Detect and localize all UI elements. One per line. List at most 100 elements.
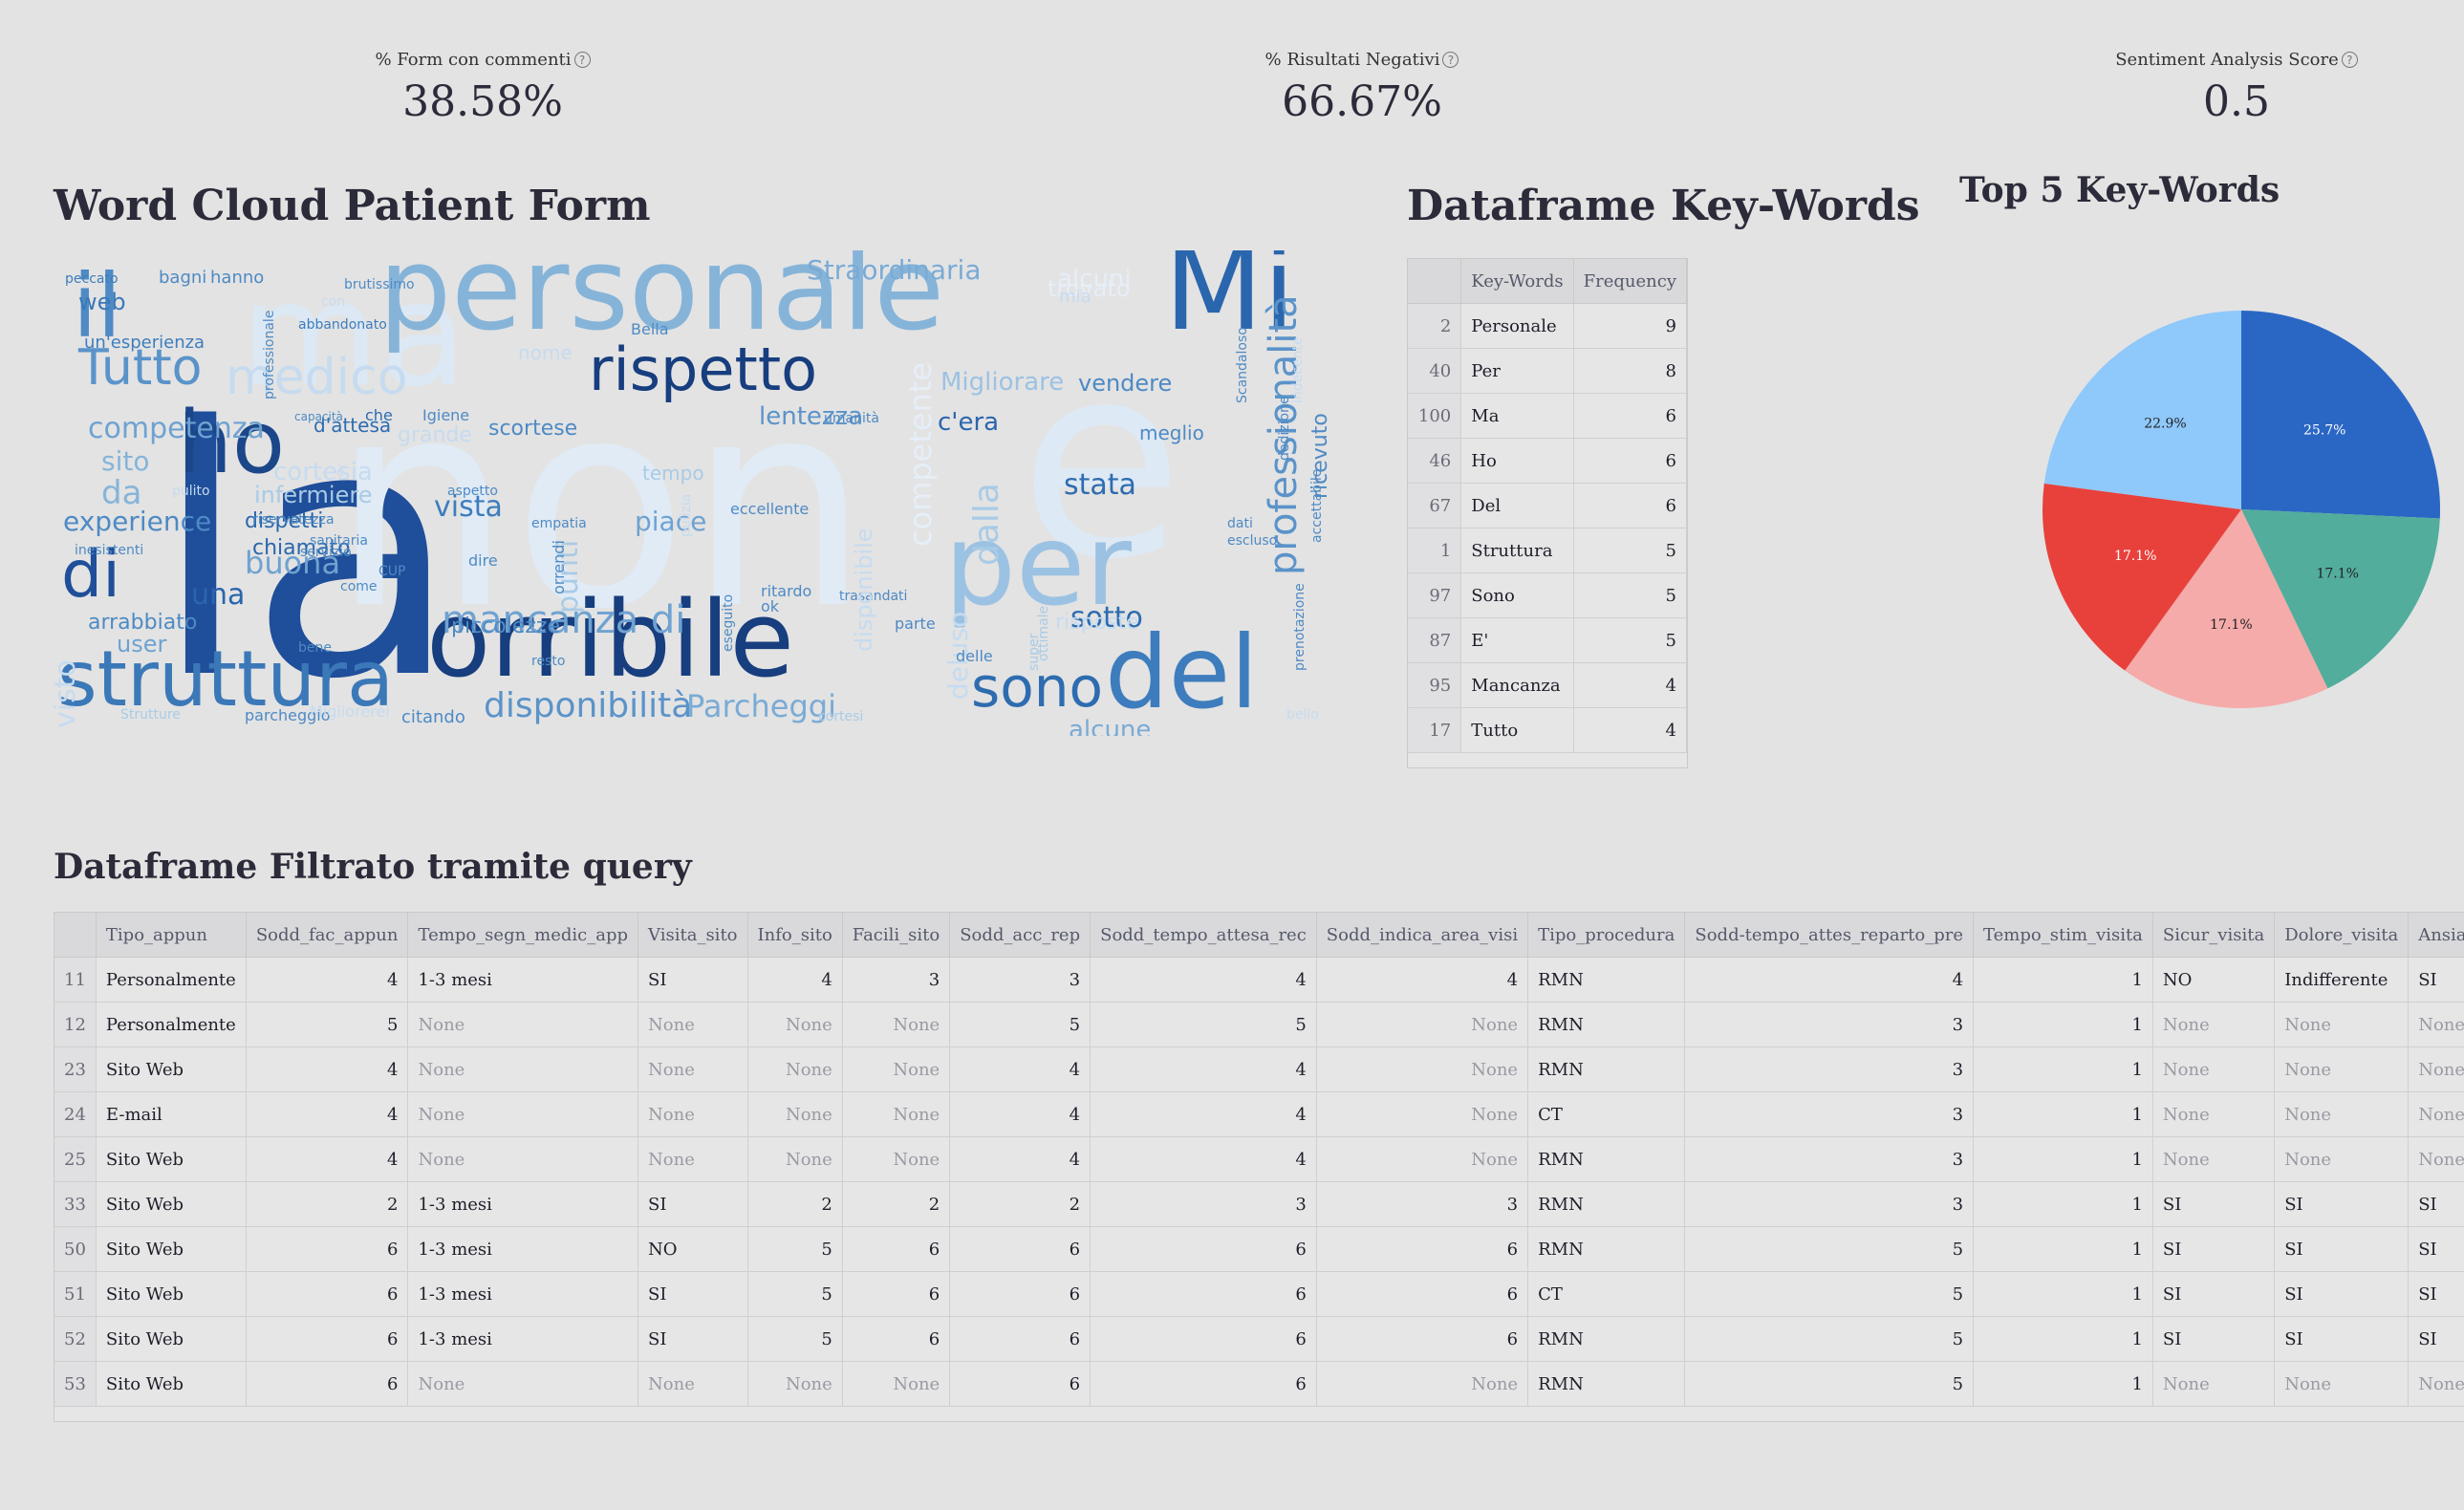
table-row[interactable]: 2 Personale 9 (1408, 303, 1687, 349)
word-cloud-word: Migliorare (940, 368, 1064, 397)
table-row[interactable]: 51 Sito Web 6 1-3 mesi SI 5 6 6 6 6 CT 5 1 SI SI SI (54, 1271, 2464, 1317)
table-row[interactable]: 23 Sito Web 4 None None None None 4 4 None RMN 3 1 No… (54, 1046, 2464, 1092)
word-cloud-word: professionale (262, 311, 277, 399)
table-cell: 4 (246, 1046, 409, 1092)
table-cell: 4 (246, 1136, 409, 1182)
table-row[interactable]: 87 E' 5 (1408, 617, 1687, 663)
table-row[interactable]: 53 Sito Web 6 None None None None 6 6 None RMN 5 1 No… (54, 1361, 2464, 1407)
table-cell: Sito Web (96, 1046, 247, 1092)
word-cloud-word: alcune (1069, 716, 1151, 736)
table-cell: None (638, 1091, 748, 1137)
column-header[interactable]: Tipo_appun (96, 913, 247, 958)
table-cell: 1-3 mesi (407, 1316, 639, 1362)
table-cell: None (2408, 1002, 2464, 1047)
column-header[interactable]: Tempo_segn_medic_app (407, 913, 639, 958)
word-cloud-word: che (365, 406, 393, 424)
column-header[interactable] (54, 913, 97, 958)
table-cell: 5 (1573, 617, 1687, 663)
table-cell: 1-3 mesi (407, 1181, 639, 1227)
table-cell: 6 (1316, 1226, 1529, 1272)
table-cell: None (1316, 1361, 1529, 1407)
column-header[interactable]: Sodd_tempo_attesa_rec (1090, 913, 1317, 958)
word-cloud-word: orrendi (550, 540, 568, 594)
table-cell: 4 (1316, 957, 1529, 1003)
table-row[interactable]: 12 Personalmente 5 None None None None 5 5 None RM… (54, 1002, 2464, 1047)
word-cloud-word: servizio (300, 545, 352, 560)
help-icon[interactable]: ? (573, 52, 591, 68)
column-header[interactable]: Sodd_fac_appun (246, 913, 409, 958)
table-cell: 4 (246, 957, 409, 1003)
keywords-dataframe[interactable]: Key-Words Frequency 2 Personale 9 40 Per 8 100 Ma… (1407, 258, 1688, 768)
table-cell: 4 (1684, 957, 1975, 1003)
row-index: 50 (54, 1226, 97, 1272)
column-header[interactable]: Tempo_stim_visita (1973, 913, 2153, 958)
column-header[interactable]: Frequency (1573, 259, 1687, 304)
table-cell: CT (1527, 1271, 1686, 1317)
table-row[interactable]: 11 Personalmente 4 1-3 mesi SI 4 3 3 4 4 RMN 4 1 NO In… (54, 957, 2464, 1003)
table-cell: 6 (842, 1271, 951, 1317)
table-row[interactable]: 1 Struttura 5 (1408, 528, 1687, 573)
table-row[interactable]: 24 E-mail 4 None None None None 4 4 None CT 3 1 None N… (54, 1091, 2464, 1137)
table-row[interactable]: 67 Del 6 (1408, 483, 1687, 528)
table-cell: 1 (1973, 1271, 2153, 1317)
table-row[interactable]: 50 Sito Web 6 1-3 mesi NO 5 6 6 6 6 RMN 5 1 SI SI SI (54, 1226, 2464, 1272)
column-header[interactable]: Tipo_procedura (1527, 913, 1686, 958)
column-header[interactable]: Dolore_visita (2274, 913, 2410, 958)
table-row[interactable]: 40 Per 8 (1408, 348, 1687, 394)
filtered-table: Tipo_appun Sodd_fac_appun Tempo_segn_medic… (54, 913, 2464, 1407)
table-row[interactable]: 33 Sito Web 2 1-3 mesi SI 2 2 2 3 3 RMN 3 1 SI SI SI (54, 1181, 2464, 1227)
column-header[interactable]: Key-Words (1460, 259, 1574, 304)
word-cloud-word: nome (518, 341, 573, 364)
word-cloud-word: hanno (210, 268, 264, 288)
column-header[interactable] (1408, 259, 1462, 304)
column-header[interactable]: Info_sito (747, 913, 843, 958)
pie-slice-label: 22.9% (2144, 416, 2186, 431)
table-cell: 5 (747, 1271, 843, 1317)
table-cell: 3 (842, 957, 951, 1003)
metric-label: Sentiment Analysis Score (2115, 50, 2339, 70)
column-header[interactable]: Visita_sito (638, 913, 748, 958)
table-row[interactable]: 97 Sono 5 (1408, 572, 1687, 618)
table-cell: 1 (1973, 1316, 2153, 1362)
pie-slice (2241, 311, 2440, 519)
table-cell: None (842, 1091, 951, 1137)
table-cell: 6 (949, 1361, 1092, 1407)
table-row[interactable]: 46 Ho 6 (1408, 438, 1687, 484)
top5-heading: Top 5 Key-Words (1959, 170, 2280, 210)
column-header[interactable]: Sodd-tempo_attes_reparto_pre (1684, 913, 1975, 958)
table-cell: RMN (1527, 1361, 1686, 1407)
table-row[interactable]: 100 Ma 6 (1408, 393, 1687, 439)
table-row[interactable]: 52 Sito Web 6 1-3 mesi SI 5 6 6 6 6 RMN 5 1 SI SI SI (54, 1316, 2464, 1362)
table-cell: 8 (1573, 348, 1687, 394)
column-header[interactable]: Sodd_indica_area_visi (1316, 913, 1529, 958)
table-cell: 4 (1090, 957, 1317, 1003)
table-cell: 5 (747, 1316, 843, 1362)
filtered-dataframe[interactable]: Tipo_appun Sodd_fac_appun Tempo_segn_medic… (54, 912, 2464, 1422)
column-header[interactable]: Facili_sito (842, 913, 951, 958)
table-cell: None (407, 1361, 639, 1407)
table-row[interactable]: 25 Sito Web 4 None None None None 4 4 None RMN 3 1 No… (54, 1136, 2464, 1182)
column-header[interactable]: Sicur_visita (2152, 913, 2276, 958)
table-cell: 4 (949, 1046, 1092, 1092)
column-header[interactable]: Ansia_procedura (2408, 913, 2464, 958)
word-cloud-word: accettabile (1309, 469, 1325, 543)
table-cell: 3 (1090, 1181, 1317, 1227)
table-cell: 5 (1684, 1361, 1975, 1407)
table-row[interactable]: 95 Mancanza 4 (1408, 662, 1687, 708)
table-cell: None (2274, 1046, 2410, 1092)
word-cloud-word: grande (398, 423, 472, 447)
help-icon[interactable]: ? (1442, 52, 1459, 68)
table-cell: None (638, 1136, 748, 1182)
table-cell: None (747, 1002, 843, 1047)
table-cell: 5 (1573, 528, 1687, 573)
word-cloud-word: eseguito (721, 594, 736, 652)
pie-slice-label: 17.1% (2210, 617, 2252, 633)
table-cell: SI (2152, 1271, 2276, 1317)
word-cloud-word: rispetto (589, 334, 817, 404)
word-cloud-word: Igiene (422, 406, 469, 424)
table-cell: None (638, 1361, 748, 1407)
column-header[interactable]: Sodd_acc_rep (949, 913, 1092, 958)
table-row[interactable]: 17 Tutto 4 (1408, 707, 1687, 753)
table-cell: 4 (747, 957, 843, 1003)
help-icon[interactable]: ? (2341, 52, 2358, 68)
